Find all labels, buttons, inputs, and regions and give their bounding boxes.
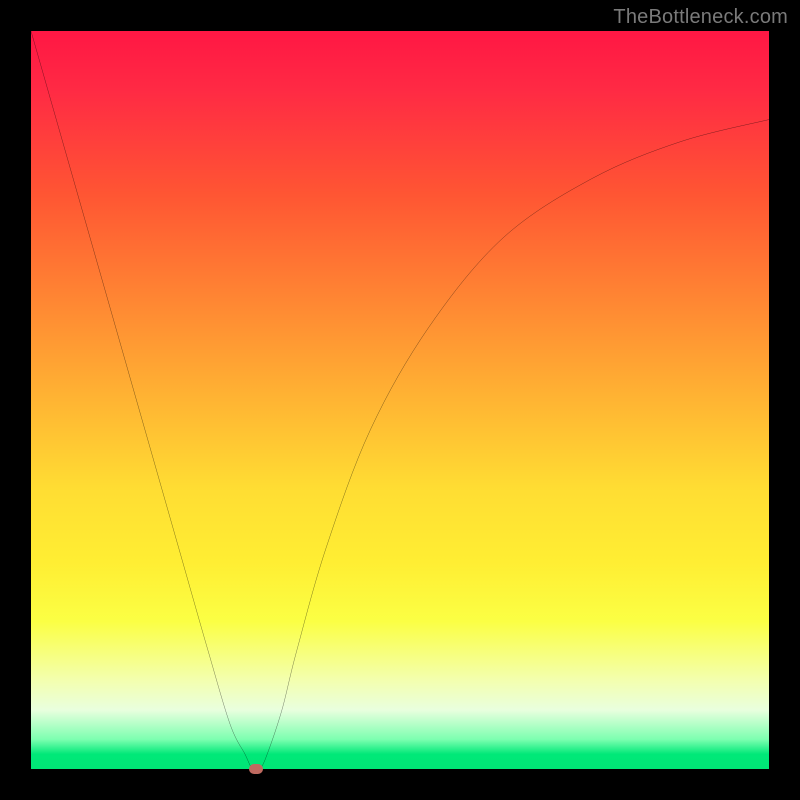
plot-area <box>31 31 769 769</box>
optimum-marker <box>249 764 263 774</box>
bottleneck-curve <box>31 31 769 769</box>
curve-svg <box>31 31 769 769</box>
watermark-text: TheBottleneck.com <box>613 6 788 29</box>
chart-frame: TheBottleneck.com <box>0 0 800 800</box>
